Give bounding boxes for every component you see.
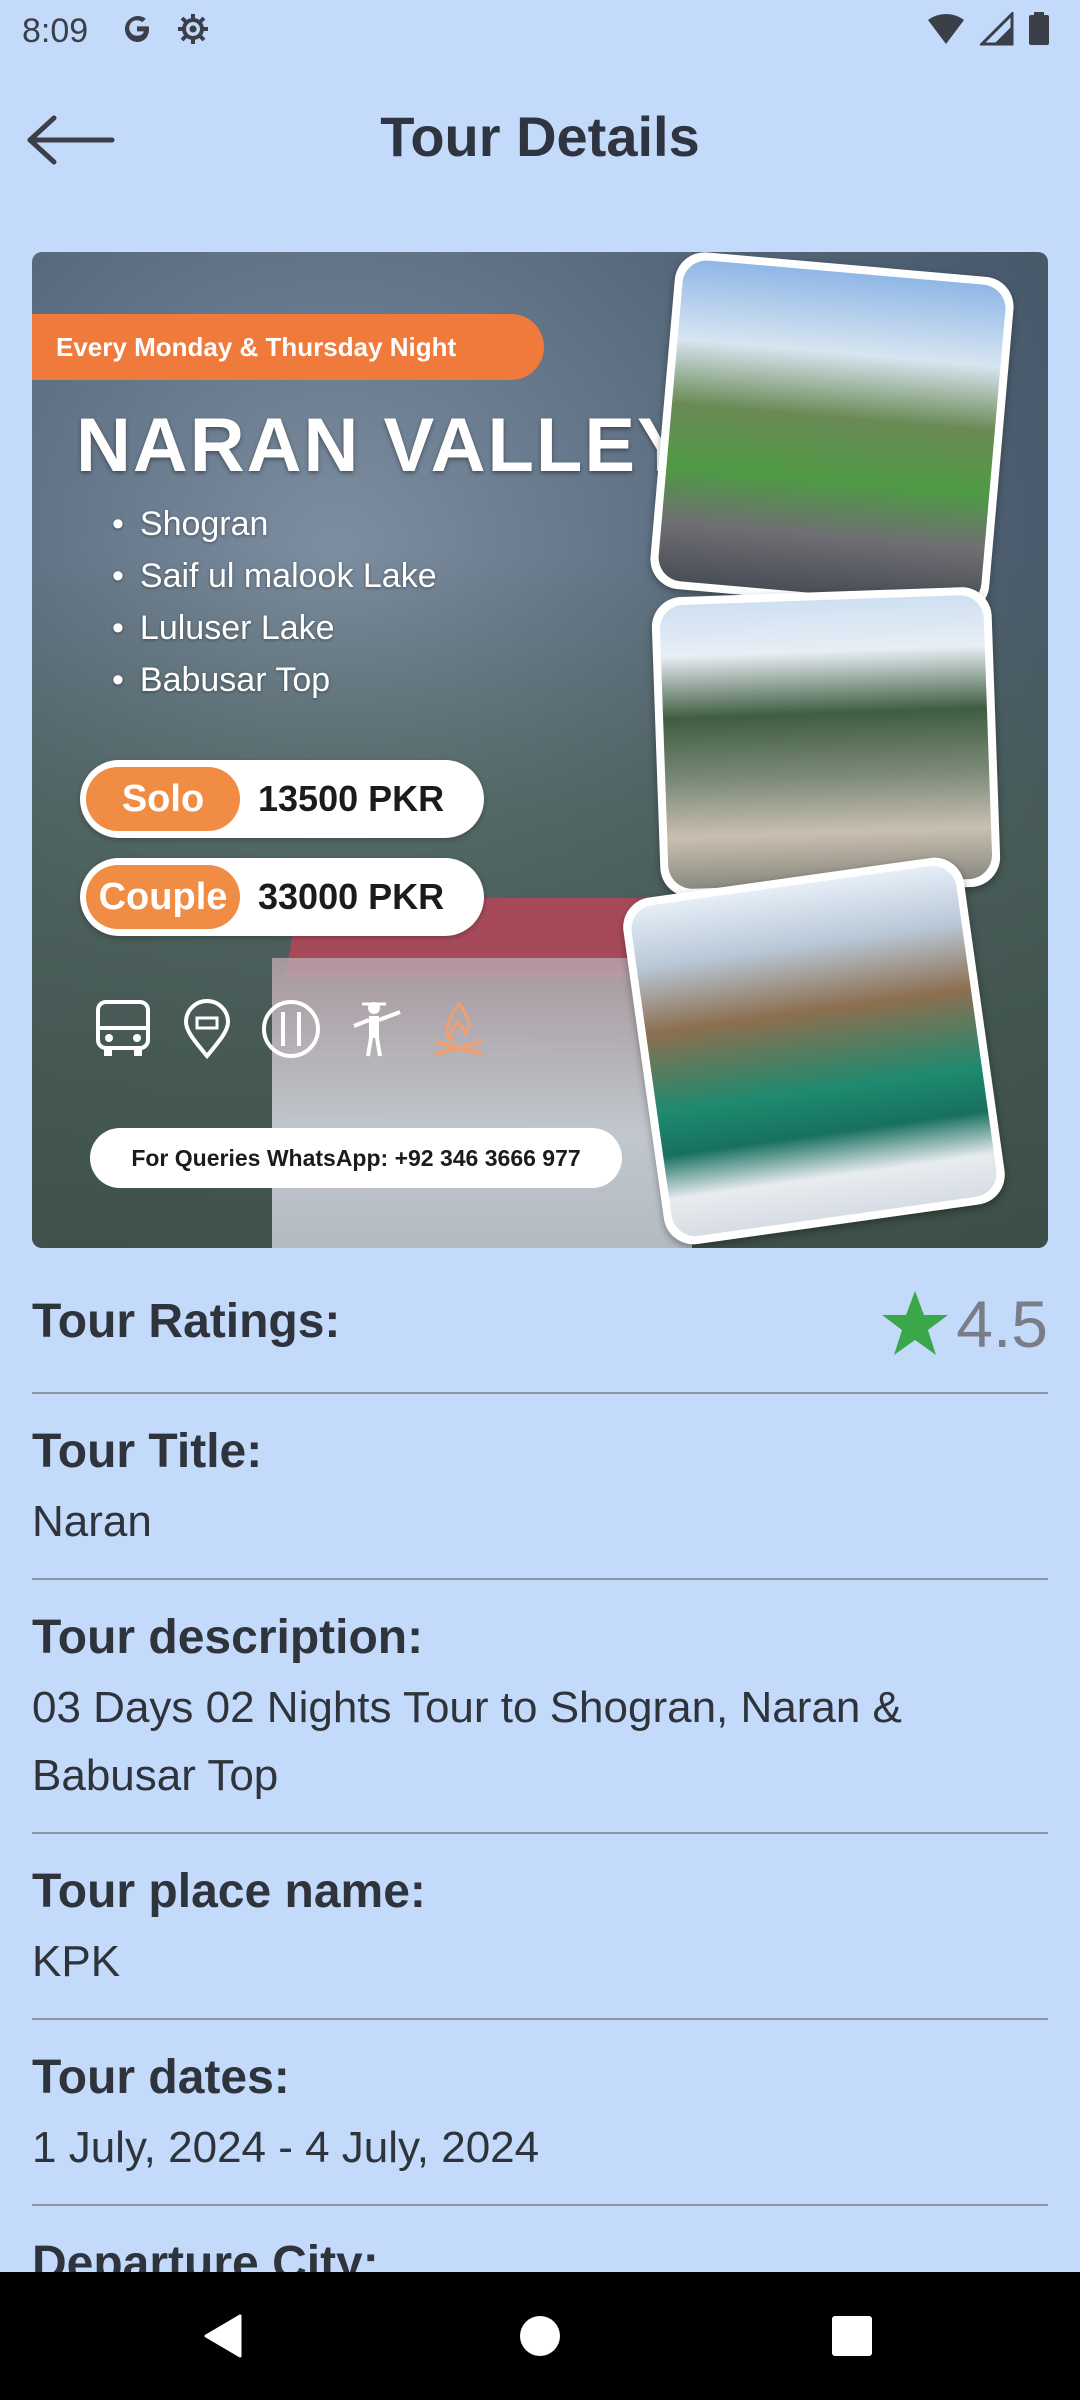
- poster-photo-town: [647, 252, 1017, 617]
- cellular-signal-icon: [980, 12, 1014, 46]
- battery-icon: [1029, 12, 1049, 45]
- poster-stops-list: Shogran Saif ul malook Lake Luluser Lake…: [112, 498, 437, 706]
- google-icon: [124, 16, 149, 42]
- poster-title: NARAN VALLEY: [76, 403, 690, 488]
- ratings-value: 4.5: [956, 1287, 1048, 1361]
- status-icons-left: [120, 12, 210, 46]
- poster-stop-item: Babusar Top: [112, 654, 437, 706]
- price-tag-label: Couple: [86, 865, 240, 929]
- campfire-icon: [435, 1001, 483, 1056]
- poster-contact-info: For Queries WhatsApp: +92 346 3666 977: [90, 1128, 622, 1188]
- poster-photo-river: [650, 586, 1002, 898]
- poster-photo-lake: [619, 853, 1009, 1248]
- meal-icon: [262, 1000, 320, 1058]
- ratings-value-group: 4.5: [880, 1286, 1048, 1362]
- poster-stop-item: Luluser Lake: [112, 602, 437, 654]
- home-circle-icon[interactable]: [516, 2312, 564, 2360]
- field-value: 1 July, 2024 - 4 July, 2024: [32, 2123, 540, 2172]
- tour-poster-image: Every Monday & Thursday Night NARAN VALL…: [32, 252, 1048, 1248]
- settings-gear-icon: [178, 14, 208, 44]
- price-pill-solo: Solo 13500 PKR: [80, 760, 484, 838]
- ratings-row: Tour Ratings: 4.5: [32, 1248, 1048, 1394]
- price-tag-label: Solo: [86, 767, 240, 831]
- bus-icon: [96, 1000, 150, 1056]
- field-tour-place-name: Tour place name: KPK: [32, 1834, 1048, 2020]
- price-value: 13500 PKR: [258, 778, 445, 819]
- hotel-location-icon: [183, 999, 231, 1060]
- field-tour-description: Tour description: 03 Days 02 Nights Tour…: [32, 1580, 1048, 1834]
- poster-stop-item: Shogran: [112, 498, 437, 550]
- system-nav-bar: [0, 2272, 1080, 2400]
- ratings-label: Tour Ratings:: [32, 1295, 341, 1348]
- amenities-row: [92, 998, 490, 1060]
- poster-stop-item: Saif ul malook Lake: [112, 550, 437, 602]
- status-time: 8:09: [22, 12, 89, 50]
- field-tour-title: Tour Title: Naran: [32, 1394, 1048, 1580]
- field-value: Naran: [32, 1497, 152, 1546]
- status-bar: 8:09: [0, 0, 1080, 66]
- field-value: KPK: [32, 1937, 121, 1986]
- field-label: Tour description:: [32, 1611, 424, 1664]
- recents-square-icon[interactable]: [828, 2312, 876, 2360]
- page-title: Tour Details: [380, 105, 700, 168]
- app-bar: Tour Details: [0, 66, 1080, 206]
- price-pill-couple: Couple 33000 PKR: [80, 858, 484, 936]
- price-value: 33000 PKR: [258, 876, 445, 917]
- field-tour-dates: Tour dates: 1 July, 2024 - 4 July, 2024: [32, 2020, 1048, 2206]
- tour-details: Tour Ratings: 4.5 Tour Title: Naran Tour…: [32, 1248, 1048, 2294]
- wifi-icon: [928, 13, 964, 44]
- poster-schedule-banner: Every Monday & Thursday Night: [32, 314, 544, 380]
- field-label: Tour place name:: [32, 1865, 426, 1918]
- back-triangle-icon[interactable]: [200, 2312, 248, 2360]
- status-icons-right: [926, 12, 1050, 46]
- field-label: Tour Title:: [32, 1425, 263, 1478]
- field-label: Tour dates:: [32, 2051, 290, 2104]
- star-icon: [882, 1291, 949, 1355]
- guide-icon: [353, 1002, 401, 1057]
- field-value: 03 Days 02 Nights Tour to Shogran, Naran…: [32, 1683, 902, 1800]
